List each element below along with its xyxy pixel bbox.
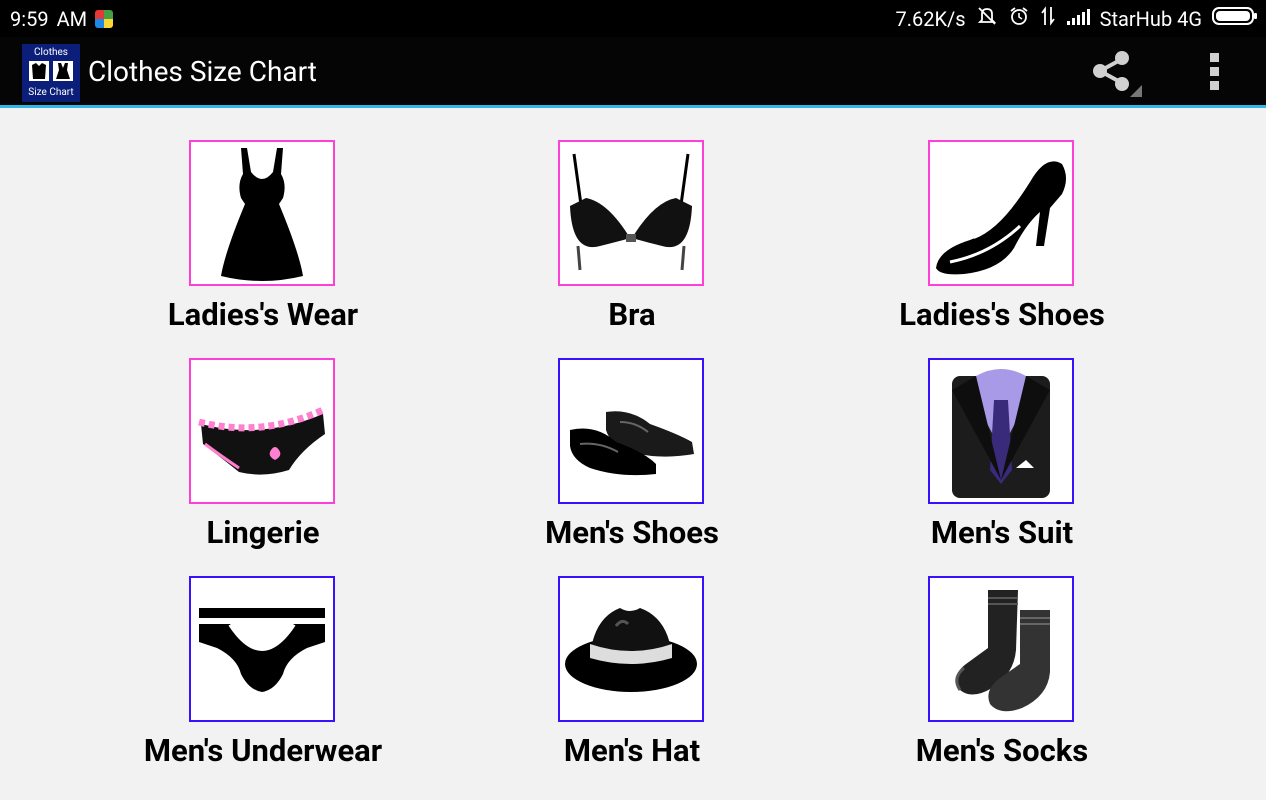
overflow-menu-icon bbox=[1210, 53, 1219, 90]
category-image-box bbox=[928, 576, 1074, 722]
app-bar: Clothes Size Chart Clothes Size Chart bbox=[0, 37, 1266, 108]
bra-icon bbox=[570, 153, 692, 271]
overflow-menu-button[interactable] bbox=[1198, 49, 1232, 95]
category-mens-hat[interactable]: Men's Hat bbox=[482, 544, 782, 769]
app-title: Clothes Size Chart bbox=[88, 55, 317, 88]
socks-icon bbox=[955, 590, 1050, 712]
status-bar: 9:59 AM 7.62K/s StarHub 4G bbox=[0, 0, 1266, 37]
category-label: Men's Socks bbox=[915, 732, 1089, 769]
category-grid: Ladies's Wear Bra Ladies's Shoes Lingeri… bbox=[0, 108, 1266, 800]
category-mens-socks[interactable]: Men's Socks bbox=[852, 544, 1152, 769]
category-mens-suit[interactable]: Men's Suit bbox=[852, 326, 1152, 551]
data-transfer-icon bbox=[1040, 5, 1056, 32]
category-bra[interactable]: Bra bbox=[482, 108, 782, 333]
app-logo: Clothes Size Chart bbox=[22, 44, 80, 102]
category-ladies-wear[interactable]: Ladies's Wear bbox=[113, 108, 413, 333]
category-image-box bbox=[928, 358, 1074, 504]
panties-icon bbox=[198, 406, 325, 475]
share-icon bbox=[1093, 51, 1142, 97]
category-image-box bbox=[558, 140, 704, 286]
status-time: 9:59 bbox=[10, 6, 49, 31]
category-image-box bbox=[558, 358, 704, 504]
dress-icon bbox=[221, 148, 303, 281]
share-button[interactable] bbox=[1088, 47, 1144, 97]
app-logo-bottom-text: Size Chart bbox=[28, 87, 74, 98]
category-image-box bbox=[558, 576, 704, 722]
alarm-icon bbox=[1008, 5, 1030, 32]
category-lingerie[interactable]: Lingerie bbox=[113, 326, 413, 551]
app-logo-top-text: Clothes bbox=[34, 47, 68, 58]
category-image-box bbox=[189, 140, 335, 286]
app-logo-clothes-icon bbox=[29, 61, 73, 81]
mens-shoes-icon bbox=[570, 411, 694, 476]
battery-icon bbox=[1212, 6, 1258, 31]
category-label: Men's Underwear bbox=[143, 732, 383, 769]
high-heel-icon bbox=[936, 161, 1066, 275]
mute-icon bbox=[976, 5, 998, 32]
carrier-name: StarHub 4G bbox=[1099, 6, 1202, 31]
briefs-icon bbox=[199, 608, 325, 692]
status-ampm: AM bbox=[56, 6, 88, 31]
signal-icon bbox=[1066, 7, 1090, 31]
category-label: Men's Hat bbox=[563, 732, 701, 769]
fedora-icon bbox=[565, 608, 697, 692]
network-speed: 7.62K/s bbox=[895, 6, 966, 31]
category-image-box bbox=[189, 576, 335, 722]
play-store-notification-icon bbox=[95, 9, 114, 28]
category-ladies-shoes[interactable]: Ladies's Shoes bbox=[852, 108, 1152, 333]
category-mens-shoes[interactable]: Men's Shoes bbox=[482, 326, 782, 551]
category-mens-underwear[interactable]: Men's Underwear bbox=[113, 544, 413, 769]
category-image-box bbox=[928, 140, 1074, 286]
suit-icon bbox=[952, 369, 1050, 498]
category-image-box bbox=[189, 358, 335, 504]
